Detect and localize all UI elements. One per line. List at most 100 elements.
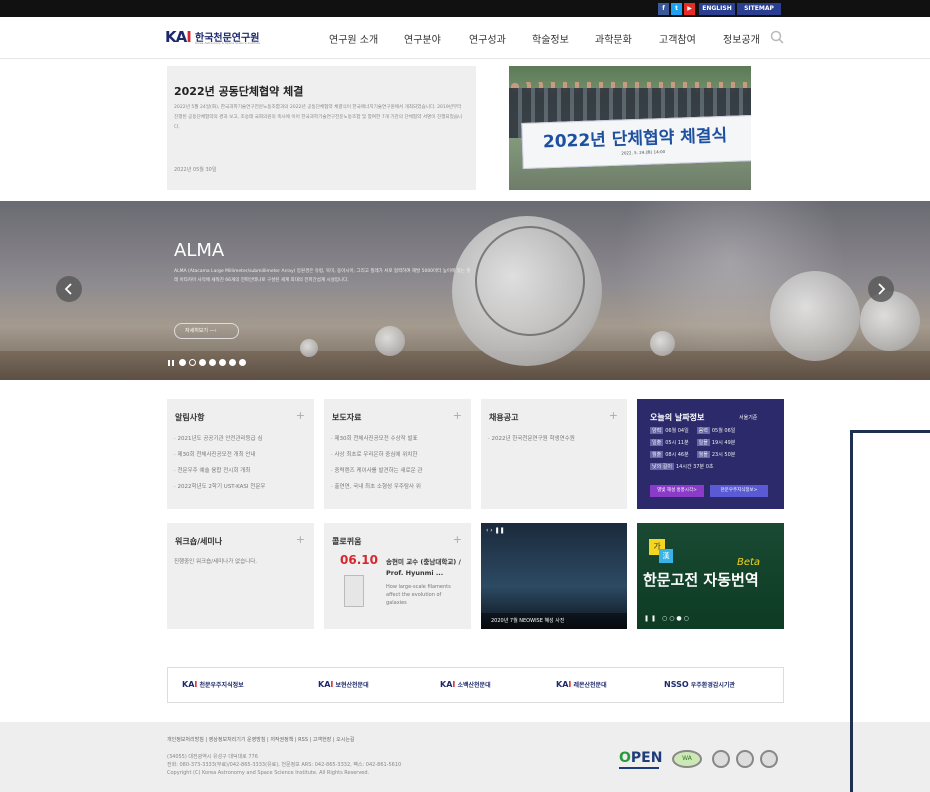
search-icon[interactable] (770, 29, 784, 44)
recruit-item[interactable]: · 2022년 한국천문연구원 학생연수원 (488, 434, 575, 442)
hero-ground (0, 351, 930, 380)
family-site-space-knowledge[interactable]: KAI 천문우주지식정보 (182, 680, 244, 689)
footer-address-block: (34055) 대전광역시 유성구 대덕대로 776 전화: 080-373-3… (167, 753, 401, 777)
youtube-icon[interactable]: ▶ (684, 3, 695, 15)
certification-badge[interactable] (760, 750, 778, 768)
slider-dot[interactable] (189, 359, 196, 366)
sitemap-link[interactable]: SITEMAP (737, 3, 781, 15)
space-knowledge-button[interactable]: 천문우주지식정보> (710, 485, 768, 497)
english-link[interactable]: ENGLISH (699, 3, 735, 15)
slider-prev-button[interactable] (56, 276, 82, 302)
workshop-empty-message: 진행중인 워크숍/세미나가 없습니다. (174, 559, 257, 565)
photo-banner-text: 2022년 단체협약 체결식 (542, 125, 728, 153)
press-item[interactable]: · 사상 최초로 우리은하 중심에 위치한 (331, 450, 417, 458)
workshop-more-icon[interactable]: + (296, 533, 305, 546)
classics-translation-banner[interactable]: 가 漢 Beta 한문고전 자동번역 ❚❚ ○○●○ (637, 523, 784, 629)
footer-phone: 전화: 080-373-3333(무료)/042-865-3333(유료), 천… (167, 762, 402, 768)
slider-dot[interactable] (209, 359, 216, 366)
workshop-box: 워크숍/세미나 + 진행중인 워크숍/세미나가 없습니다. (167, 523, 314, 629)
slider-dot[interactable] (229, 359, 236, 366)
certification-badge[interactable] (712, 750, 730, 768)
feature-photo[interactable]: 2022년 단체협약 체결식 2022. 5. 24.(화) 14:00 (509, 66, 751, 190)
starlight-button[interactable]: 별빛 해설 홍풍시각> (650, 485, 704, 497)
press-box: 보도자료 + · 제30회 천체사진공모전 수상작 발표 · 사상 최초로 우리… (324, 399, 471, 509)
family-site-lemmonsan[interactable]: KAI 레몬산천문대 (556, 680, 607, 689)
nav-academic[interactable]: 학술정보 (532, 31, 569, 46)
notice-box: 알림사항 + · 2021년도 공공기관 안전관리등급 심 · 제30회 천체사… (167, 399, 314, 509)
family-site-space-environment[interactable]: NSSO 우주환경감시기관 (664, 680, 735, 689)
family-sites-bar: KAI 천문우주지식정보 KAI 보현산천문대 KAI 소백산천문대 KAI 레… (167, 667, 784, 703)
slider-next-button[interactable] (868, 276, 894, 302)
notice-item[interactable]: · 2021년도 공공기관 안전관리등급 심 (174, 434, 263, 442)
feature-body: 2022년 5월 24일(화), 한국과학기술연구전문노동조합과의 2022년 … (174, 105, 463, 130)
hero-more-button[interactable]: 자세히보기 —› (174, 323, 239, 339)
chevron-left-icon (64, 283, 72, 295)
slider-pause-icon[interactable] (168, 360, 174, 366)
hanja-icon: 漢 (659, 549, 673, 563)
web-accessibility-badge[interactable]: WA (672, 750, 702, 768)
notice-item[interactable]: · 제30회 천체사진공모전 개최 안내 (174, 450, 256, 458)
nav-results[interactable]: 연구성과 (469, 31, 506, 46)
press-item[interactable]: · 중력렌즈 케이사를 발견하는 새로운 관 (331, 466, 422, 474)
nav-disclosure[interactable]: 정보공개 (723, 31, 760, 46)
weather-title: 오늘의 날짜정보 (650, 413, 705, 422)
press-item[interactable]: · 제30회 천체사진공모전 수상작 발표 (331, 434, 418, 442)
recruit-title[interactable]: 채용공고 (489, 412, 518, 423)
banner-slider-controls[interactable]: ❚❚ ○○●○ (644, 615, 691, 622)
feature-date: 2022년 05월 30일 (174, 167, 217, 173)
kasi-logo[interactable]: KAI 한국천문연구원 Korea Astronomy & Space Scie… (165, 28, 275, 48)
colloquium-title[interactable]: 콜로퀴움 (332, 536, 361, 547)
neowise-photo-card[interactable]: ‹ › ❚❚ 2020년 7월 NEOWISE 혜성 사진 (481, 523, 627, 629)
footer-copyright: Copyright (C) Korea Astronomy and Space … (167, 770, 370, 776)
nav-about[interactable]: 연구원 소개 (329, 31, 378, 46)
top-utility-bar: f t ▶ ENGLISH SITEMAP (0, 0, 930, 17)
footer-links[interactable]: 개인정보처리방침 | 영상정보처리기기 운영방침 | 저작권정책 | RSS |… (167, 736, 355, 743)
press-more-icon[interactable]: + (453, 409, 462, 422)
open-logo[interactable]: OPEN (619, 750, 662, 766)
colloquium-more-icon[interactable]: + (453, 533, 462, 546)
twitter-icon[interactable]: t (671, 3, 682, 15)
decorative-frame (850, 430, 930, 792)
slider-dot[interactable] (239, 359, 246, 366)
certification-badge[interactable] (736, 750, 754, 768)
weather-row: 일출 05시 11분 일몰 19시 49분 (650, 439, 736, 446)
notice-more-icon[interactable]: + (296, 409, 305, 422)
open-logo-underline (619, 767, 659, 769)
weather-widget: 오늘의 날짜정보 서울기준 양력 06월 04일 음력 05월 06일 일출 05시 … (637, 399, 784, 509)
nav-customer[interactable]: 고객참여 (659, 31, 696, 46)
slider-dot[interactable] (179, 359, 186, 366)
slider-dot[interactable] (199, 359, 206, 366)
header-divider (0, 58, 930, 59)
notice-item[interactable]: · 2022학년도 2학기 UST-KASI 천문우 (174, 482, 265, 490)
feature-news-card[interactable]: 2022년 공동단체협약 체결 2022년 5월 24일(화), 한국과학기술연… (167, 66, 476, 190)
recruit-more-icon[interactable]: + (609, 409, 618, 422)
colloquium-topic[interactable]: How large-scale filaments affect the evo… (386, 583, 456, 607)
photo-banner-subtext: 2022. 5. 24.(화) 14:00 (621, 149, 666, 156)
feature-title: 2022년 공동단체협약 체결 (174, 85, 304, 98)
press-title[interactable]: 보도자료 (332, 412, 361, 423)
weather-daylength: 낮의 길이 14시간 37분 0초 (650, 463, 714, 470)
logo-subtitle: Korea Astronomy & Space Science Institut… (195, 41, 261, 45)
slider-dot[interactable] (219, 359, 226, 366)
beta-label: Beta (737, 557, 761, 568)
family-site-bohyunsan[interactable]: KAI 보현산천문대 (318, 680, 369, 689)
facebook-icon[interactable]: f (658, 3, 669, 15)
logo-mark: KAI (165, 28, 192, 46)
workshop-title[interactable]: 워크숍/세미나 (175, 536, 222, 547)
family-site-sobaeksan[interactable]: KAI 소백산천문대 (440, 680, 491, 689)
photo-banner: 2022년 단체협약 체결식 2022. 5. 24.(화) 14:00 (521, 114, 751, 170)
antenna-dish-image (375, 326, 405, 356)
weather-region: 서울기준 (739, 415, 758, 421)
notice-title[interactable]: 알림사항 (175, 412, 204, 423)
nav-science-culture[interactable]: 과학문화 (595, 31, 632, 46)
hero-title: ALMA (174, 240, 225, 261)
notice-item[interactable]: · 천문우주 예술 융합 전시회 개최 (174, 466, 250, 474)
footer-address: (34055) 대전광역시 유성구 대덕대로 776 (167, 754, 258, 760)
recruit-box: 채용공고 + · 2022년 한국천문연구원 학생연수원 (481, 399, 627, 509)
photo-slider-controls[interactable]: ‹ › ❚❚ (486, 527, 505, 534)
colloquium-date: 06.10 (340, 553, 378, 567)
nav-research[interactable]: 연구분야 (404, 31, 441, 46)
colloquium-speaker[interactable]: 송현미 교수 (충남대학교) / Prof. Hyunmi ... (386, 557, 466, 579)
press-item[interactable]: · 출연연, 국내 최초 소형성 우주탐사 위 (331, 482, 421, 490)
classics-title: 한문고전 자동번역 (643, 571, 759, 589)
